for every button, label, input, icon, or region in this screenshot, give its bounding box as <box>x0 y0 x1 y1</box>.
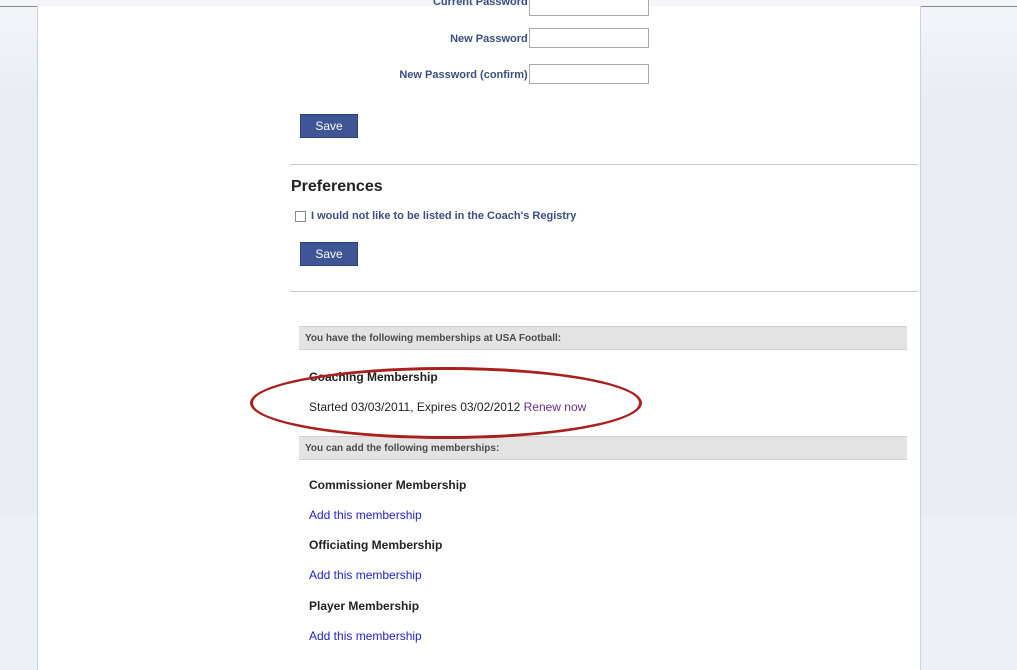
current-password-label-text: Current Password <box>432 0 528 8</box>
new-password-label: New Password* <box>450 33 535 45</box>
new-password-input[interactable] <box>529 28 649 48</box>
renew-now-link[interactable]: Renew now <box>524 400 587 414</box>
save-password-button[interactable]: Save <box>300 114 358 138</box>
save-preferences-button[interactable]: Save <box>300 242 358 266</box>
registry-opt-out-checkbox[interactable] <box>295 211 306 222</box>
add-player-membership-link[interactable]: Add this membership <box>309 629 422 643</box>
available-memberships-header: You can add the following memberships: <box>299 436 907 460</box>
current-password-input[interactable] <box>529 0 649 16</box>
membership-name: Player Membership <box>309 599 420 613</box>
add-commissioner-membership-link[interactable]: Add this membership <box>309 508 422 522</box>
account-settings-panel: Current Password* New Password* New Pass… <box>37 0 921 670</box>
new-password-label-text: New Password <box>450 33 528 45</box>
divider <box>290 291 918 292</box>
membership-dates-text: Started 03/03/2011, Expires 03/02/2012 <box>309 400 521 414</box>
confirm-password-input[interactable] <box>529 64 649 84</box>
divider <box>290 164 918 165</box>
membership-name: Officiating Membership <box>309 538 443 552</box>
confirm-password-label: New Password (confirm)* <box>399 69 535 81</box>
membership-name: Coaching Membership <box>309 370 438 384</box>
membership-dates: Started 03/03/2011, Expires 03/02/2012 R… <box>309 400 586 414</box>
registry-opt-out-label: I would not like to be listed in the Coa… <box>311 210 577 222</box>
add-officiating-membership-link[interactable]: Add this membership <box>309 568 422 582</box>
current-memberships-header: You have the following memberships at US… <box>299 326 907 350</box>
current-password-label: Current Password* <box>433 0 535 8</box>
confirm-password-label-text: New Password (confirm) <box>399 69 528 81</box>
preferences-heading: Preferences <box>291 178 383 195</box>
membership-name: Commissioner Membership <box>309 478 467 492</box>
